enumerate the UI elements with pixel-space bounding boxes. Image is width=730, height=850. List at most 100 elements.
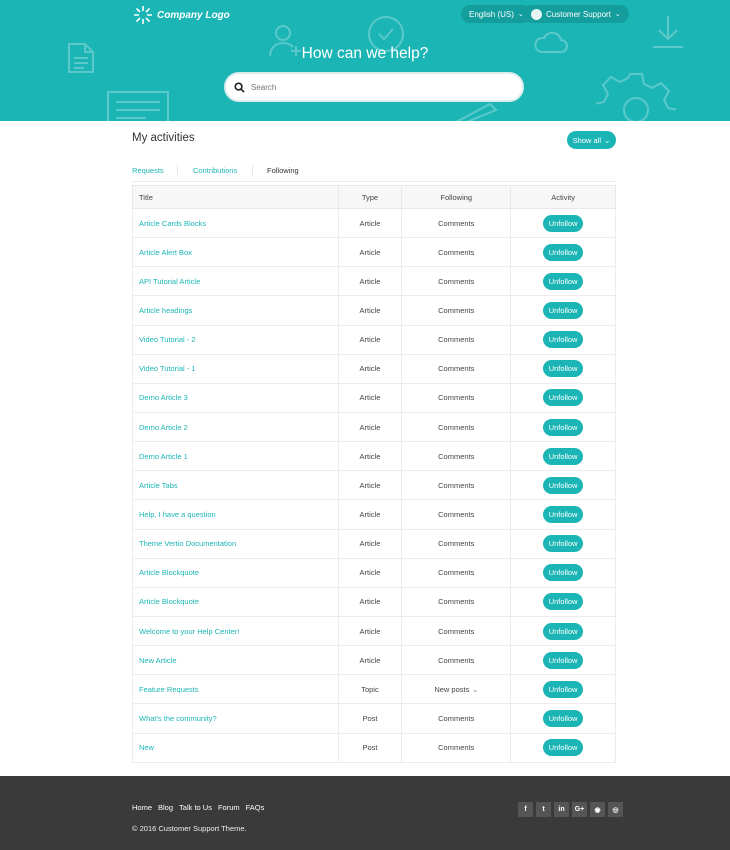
unfollow-button[interactable]: Unfollow	[542, 680, 584, 698]
row-following-label: Comments	[438, 335, 475, 345]
footer-link-blog[interactable]: Blog	[158, 803, 173, 812]
unfollow-button[interactable]: Unfollow	[542, 331, 584, 349]
row-title-link[interactable]: Theme Vertio Documentation	[139, 539, 236, 548]
google-plus-icon[interactable]: G+	[572, 802, 587, 817]
user-menu[interactable]: Customer Support ⌄	[523, 5, 629, 23]
tab-requests[interactable]: Requests	[132, 166, 164, 175]
row-title-cell: Video Tutorial - 1	[132, 353, 339, 384]
row-title-cell: Help, I have a question	[132, 499, 339, 530]
unfollow-button[interactable]: Unfollow	[542, 709, 584, 727]
row-following: Comments	[401, 732, 512, 763]
row-following: Comments	[401, 557, 512, 588]
row-activity: Unfollow	[510, 266, 616, 297]
row-title-link[interactable]: Demo Article 2	[139, 423, 188, 432]
row-title-link[interactable]: What's the community?	[139, 714, 217, 723]
github-icon[interactable]: ◉	[590, 802, 605, 817]
unfollow-button[interactable]: Unfollow	[542, 272, 584, 290]
tab-following[interactable]: Following	[267, 166, 299, 175]
row-title-link[interactable]: Video Tutorial - 1	[139, 364, 196, 373]
unfollow-button[interactable]: Unfollow	[542, 476, 584, 494]
row-title-cell: Article Tabs	[132, 470, 339, 501]
row-title-link[interactable]: Demo Article 3	[139, 393, 188, 402]
row-title-cell: Article headings	[132, 295, 339, 326]
table-row: Video Tutorial - 2 Article Comments Unfollo…	[132, 324, 616, 355]
unfollow-button[interactable]: Unfollow	[542, 301, 584, 319]
show-all-button[interactable]: Show all ⌄	[567, 131, 616, 149]
unfollow-button[interactable]: Unfollow	[542, 622, 584, 640]
newspaper-icon	[107, 91, 169, 121]
unfollow-button[interactable]: Unfollow	[542, 447, 584, 465]
row-title-link[interactable]: Video Tutorial - 2	[139, 335, 196, 344]
twitter-icon[interactable]: t	[536, 802, 551, 817]
row-activity: Unfollow	[510, 528, 616, 559]
row-title-link[interactable]: Article Blockquote	[139, 568, 199, 577]
row-following: Comments	[401, 586, 512, 617]
table-row: Article headings Article Comments Unfollow	[132, 295, 616, 326]
tab-contributions[interactable]: Contributions	[193, 166, 237, 175]
row-title-link[interactable]: Help, I have a question	[139, 510, 216, 519]
row-title-link[interactable]: Welcome to your Help Center!	[139, 627, 239, 636]
row-following-dropdown[interactable]: New posts ⌄	[401, 674, 512, 705]
unfollow-button[interactable]: Unfollow	[542, 214, 584, 232]
row-title-link[interactable]: New	[139, 743, 154, 752]
table-row: Feature Requests Topic New posts ⌄ Unfollow	[132, 674, 616, 705]
search-icon	[234, 81, 245, 93]
table-row: Article Alert Box Article Comments Unfollow	[132, 237, 616, 268]
table-row: Help, I have a question Article Comments Un…	[132, 499, 616, 530]
chevron-down-icon: ⌄	[614, 11, 621, 18]
facebook-icon[interactable]: f	[518, 802, 533, 817]
row-title-link[interactable]: Article Alert Box	[139, 248, 192, 257]
unfollow-button[interactable]: Unfollow	[542, 389, 584, 407]
search-input[interactable]	[251, 82, 491, 92]
linkedin-icon[interactable]: in	[554, 802, 569, 817]
row-following: Comments	[401, 441, 512, 472]
language-label: English (US)	[469, 9, 514, 19]
row-title-cell: Welcome to your Help Center!	[132, 615, 339, 647]
row-type: Article	[337, 470, 403, 501]
row-type: Article	[337, 382, 403, 413]
unfollow-button[interactable]: Unfollow	[542, 243, 584, 261]
unfollow-button[interactable]: Unfollow	[542, 418, 584, 436]
row-title-link[interactable]: Article headings	[139, 306, 192, 315]
row-following: Comments	[401, 703, 512, 734]
unfollow-button[interactable]: Unfollow	[542, 360, 584, 378]
unfollow-button[interactable]: Unfollow	[542, 505, 584, 523]
row-title-link[interactable]: Article Tabs	[139, 481, 178, 490]
search-bar[interactable]	[224, 72, 524, 102]
instagram-icon[interactable]: ◎	[608, 802, 623, 817]
row-following: Comments	[401, 324, 512, 355]
row-following-label: Comments	[438, 218, 475, 228]
unfollow-button[interactable]: Unfollow	[542, 651, 584, 669]
row-title-link[interactable]: New Article	[139, 656, 177, 665]
row-title-link[interactable]: Demo Article 1	[139, 452, 188, 461]
row-title-link[interactable]: Article Cards Blocks	[139, 219, 206, 228]
row-title-link[interactable]: API Tutorial Article	[139, 277, 200, 286]
row-title-link[interactable]: Article Blockquote	[139, 597, 199, 606]
footer-link-forum[interactable]: Forum	[218, 803, 240, 812]
row-activity: Unfollow	[510, 295, 616, 326]
row-type: Article	[337, 499, 403, 530]
row-following: Comments	[401, 615, 512, 647]
row-type: Article	[337, 557, 403, 588]
row-title-cell: Video Tutorial - 2	[132, 324, 339, 355]
table-header-row: Title Type Following Activity	[132, 185, 616, 209]
column-header-type: Type	[337, 185, 403, 209]
row-title-cell: Article Alert Box	[132, 237, 339, 268]
company-logo[interactable]: Company Logo	[133, 4, 230, 26]
unfollow-button[interactable]: Unfollow	[542, 535, 584, 553]
row-title-cell: New Article	[132, 645, 339, 676]
row-activity: Unfollow	[510, 703, 616, 734]
table-row: API Tutorial Article Article Comments Unfol…	[132, 266, 616, 297]
row-following-label: Comments	[438, 713, 475, 723]
unfollow-button[interactable]: Unfollow	[542, 564, 584, 582]
row-title-link[interactable]: Feature Requests	[139, 685, 199, 694]
footer-link-talk-to-us[interactable]: Talk to Us	[179, 803, 212, 812]
unfollow-button[interactable]: Unfollow	[542, 739, 584, 757]
footer-link-faqs[interactable]: FAQs	[246, 803, 265, 812]
language-selector[interactable]: English (US) ⌄	[461, 5, 532, 23]
table-row: Article Tabs Article Comments Unfollow	[132, 470, 616, 501]
footer-link-home[interactable]: Home	[132, 803, 152, 812]
row-following-label: Comments	[438, 743, 475, 753]
unfollow-button[interactable]: Unfollow	[542, 593, 584, 611]
following-table: Title Type Following Activity Article Ca…	[132, 185, 616, 763]
